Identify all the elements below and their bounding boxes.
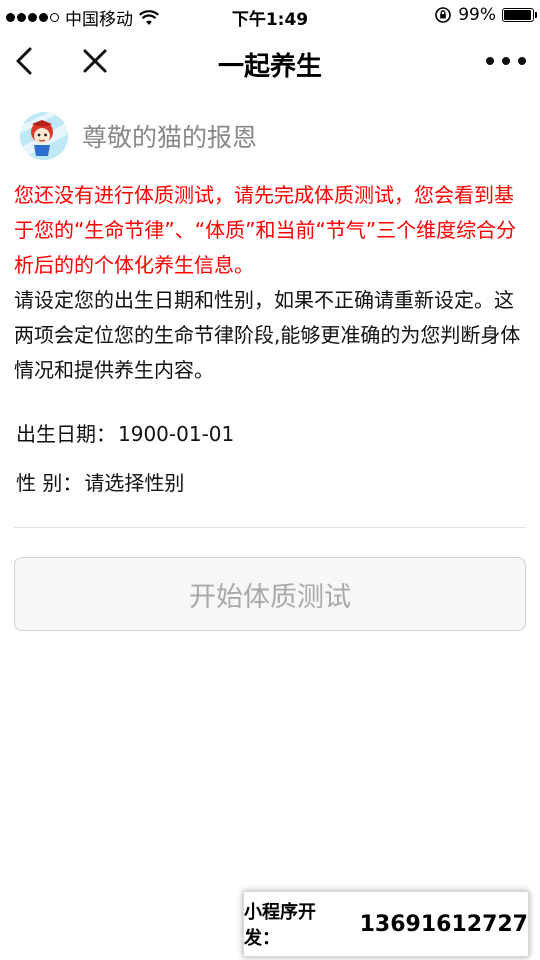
more-dot	[502, 57, 510, 65]
user-name: 尊敬的猫的报恩	[82, 123, 258, 152]
status-bar: 中国移动 下午1:49 99%	[0, 0, 540, 30]
promo-label: 小程序开发：	[244, 902, 316, 949]
promo-banner: 小程序开发： 13691612727	[243, 891, 529, 957]
gender-label: 性 别：	[16, 471, 83, 495]
start-test-button[interactable]: 开始体质测试	[14, 557, 526, 631]
more-dot	[518, 57, 526, 65]
birth-date-label: 出生日期：	[16, 422, 116, 446]
instruction-message: 请设定您的出生日期和性别，如果不正确请重新设定。这两项会定位您的生命节律阶段,能…	[14, 288, 521, 382]
birth-date-value: 1900-01-01	[118, 422, 235, 446]
promo-phone-number: 13691612727	[359, 911, 528, 937]
gender-value: 请选择性别	[84, 471, 185, 495]
page-title: 一起养生	[217, 52, 322, 82]
more-button[interactable]	[486, 46, 526, 76]
gender-row[interactable]: 性 别： 请选择性别	[16, 467, 184, 496]
birth-date-row[interactable]: 出生日期： 1900-01-01	[16, 418, 234, 447]
status-right: 99%	[434, 5, 537, 25]
warning-message: 您还没有进行体质测试，请先完成体质测试，您会看到基于您的“生命节律”、“体质”和…	[14, 183, 517, 277]
nav-bar: 一起养生	[0, 30, 540, 94]
more-dots-icon	[486, 57, 494, 65]
battery-percent: 99%	[458, 5, 496, 25]
battery-icon	[502, 8, 537, 22]
divider	[14, 527, 526, 528]
avatar-image	[20, 112, 68, 160]
avatar	[20, 112, 68, 160]
orientation-lock-icon	[435, 7, 452, 23]
message-content: 您还没有进行体质测试，请先完成体质测试，您会看到基于您的“生命节律”、“体质”和…	[14, 178, 528, 388]
user-row: 尊敬的猫的报恩	[20, 112, 257, 160]
battery-level-fill	[504, 10, 531, 20]
